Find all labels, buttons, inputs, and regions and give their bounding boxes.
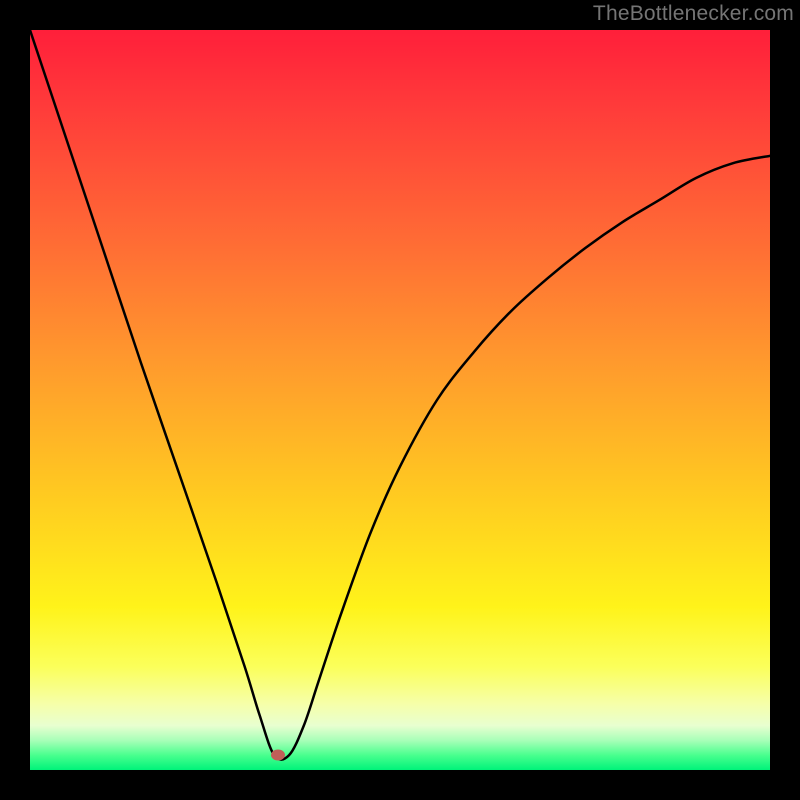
- bottleneck-curve: [30, 30, 770, 770]
- plot-area: [30, 30, 770, 770]
- optimal-point-marker: [271, 750, 285, 761]
- watermark-text: TheBottlenecker.com: [593, 2, 794, 26]
- chart-frame: TheBottlenecker.com: [0, 0, 800, 800]
